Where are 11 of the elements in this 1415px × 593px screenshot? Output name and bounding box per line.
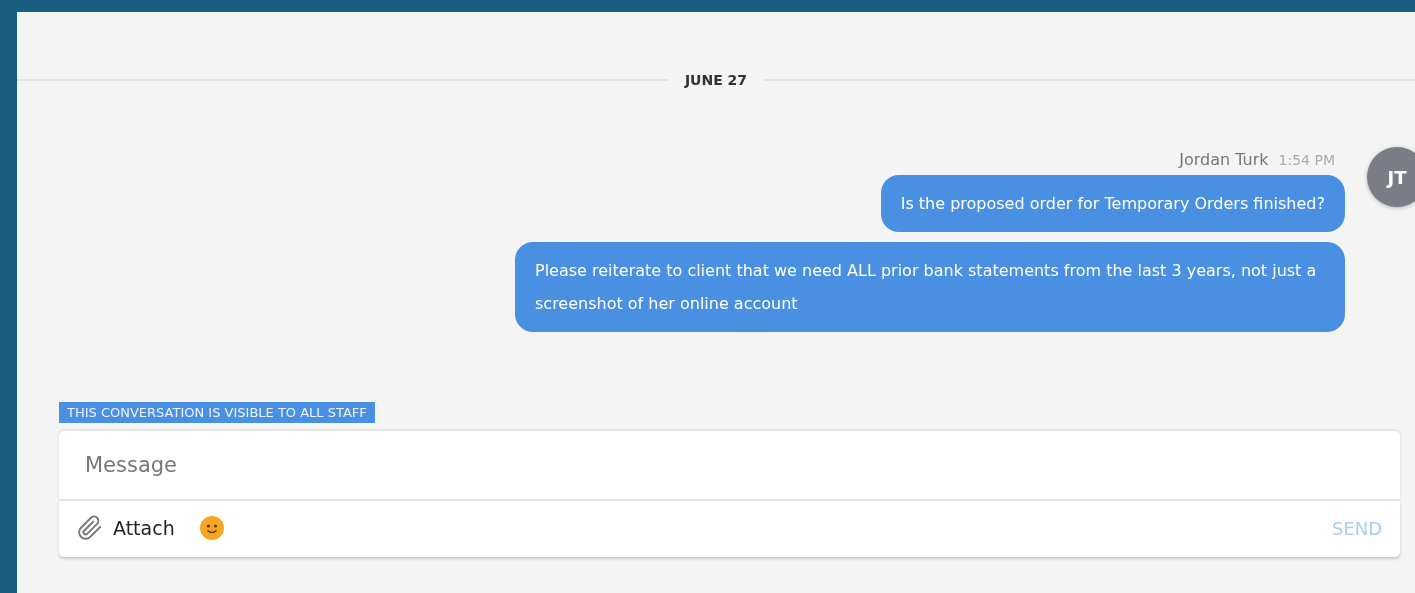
- attach-button[interactable]: Attach: [77, 515, 175, 541]
- sender-name: Jordan Turk: [1179, 150, 1269, 169]
- avatar[interactable]: JT: [1367, 147, 1415, 207]
- message-bubble: Is the proposed order for Temporary Orders finished?: [880, 175, 1345, 232]
- message-time: 1:54 PM: [1278, 152, 1335, 168]
- visibility-notice: THIS CONVERSATION IS VISIBLE TO ALL STAFF: [59, 402, 375, 423]
- message-bubble: Please reiterate to client that we need ALL prior bank statements from the last 3 years, not just a screenshot of her online account: [515, 242, 1345, 332]
- smiley-icon[interactable]: [198, 515, 225, 541]
- date-divider-label: JUNE 27: [684, 72, 748, 88]
- message-input[interactable]: Message: [59, 431, 1400, 501]
- paperclip-icon: [77, 515, 103, 541]
